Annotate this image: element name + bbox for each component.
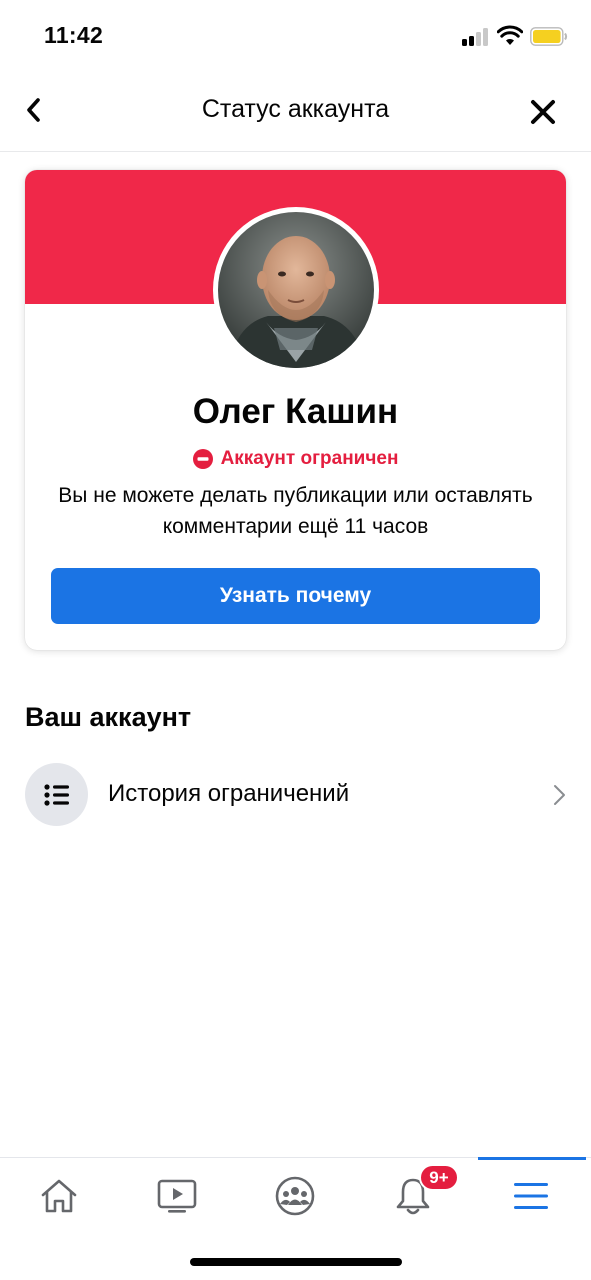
chevron-right-icon — [554, 785, 565, 805]
list-item-restriction-history[interactable]: История ограничений — [25, 763, 571, 827]
close-button[interactable] — [523, 92, 563, 132]
list-item-label: История ограничений — [108, 780, 350, 807]
page-title: Статус аккаунта — [201, 95, 390, 123]
learn-why-button[interactable]: Узнать почему — [51, 568, 540, 624]
status-bar: 11:42 — [0, 0, 591, 70]
tab-groups[interactable] — [236, 1158, 354, 1234]
no-entry-icon — [192, 449, 213, 469]
close-icon — [531, 100, 555, 124]
list-icon — [43, 783, 69, 806]
battery-icon — [530, 27, 568, 46]
notification-count-badge: 9+ — [419, 1164, 459, 1191]
status-time: 11:42 — [44, 22, 104, 48]
list-icon-container — [25, 763, 88, 826]
restriction-description: Вы не можете делать публикации или остав… — [58, 484, 533, 538]
status-badge: Аккаунт ограничен — [25, 448, 566, 470]
home-icon — [41, 1179, 77, 1213]
avatar-frame — [213, 207, 379, 373]
account-status-card: Олег Кашин Аккаунт ограничен Вы не может… — [25, 170, 566, 650]
avatar[interactable] — [218, 212, 374, 368]
avatar-photo — [218, 212, 374, 368]
section-title: Ваш аккаунт — [25, 702, 192, 732]
menu-icon — [514, 1183, 548, 1209]
video-icon — [157, 1179, 197, 1213]
signal-icon — [462, 28, 490, 46]
tab-home[interactable] — [0, 1158, 118, 1234]
tab-menu[interactable] — [472, 1158, 590, 1234]
screen: 11:42 Статус аккаунта Олег Кашин Аккаунт… — [0, 0, 591, 1280]
wifi-icon — [497, 25, 523, 45]
bottom-tab-bar — [0, 1157, 591, 1233]
status-label: Аккаунт ограничен — [220, 448, 399, 469]
home-indicator[interactable] — [190, 1258, 402, 1266]
tab-watch[interactable] — [118, 1158, 236, 1234]
profile-name: Олег Кашин — [192, 392, 399, 431]
header: Статус аккаунта — [0, 70, 591, 152]
groups-icon — [275, 1176, 315, 1216]
